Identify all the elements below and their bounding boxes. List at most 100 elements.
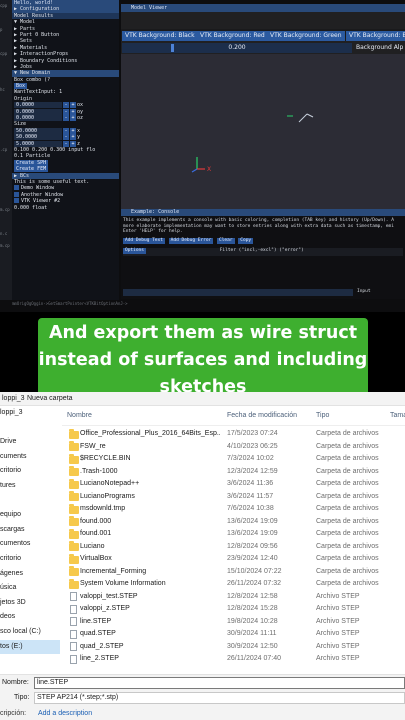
file-row[interactable]: FSW_re 4/10/2023 06:25 Carpeta de archivos <box>62 441 405 454</box>
file-row[interactable]: valoppi_test.STEP 12/8/2024 12:58 Archivo … <box>62 591 405 604</box>
nav-item[interactable]: tures <box>0 479 60 494</box>
increment-button[interactable]: + <box>70 115 76 122</box>
panel-button[interactable]: Box <box>14 83 28 90</box>
column-type[interactable]: Tipo <box>316 406 329 426</box>
decrement-button[interactable]: - <box>63 127 69 134</box>
console-title: Example: Console <box>121 209 405 216</box>
nav-item[interactable]: scargas <box>0 523 60 538</box>
file-row[interactable]: LucianoNotepad++ 3/6/2024 11:36 Carpeta de… <box>62 478 405 491</box>
nav-item[interactable]: cumentos <box>0 537 60 552</box>
background-alpha-slider[interactable]: 0.200 <box>122 43 352 53</box>
edge-label <box>0 12 12 24</box>
checkbox-label: VTK Viewer #2 <box>21 198 61 205</box>
file-row[interactable]: quad_2.STEP 30/9/2024 12:50 Archivo STEP <box>62 641 405 654</box>
increment-button[interactable]: + <box>70 127 76 134</box>
filter-label[interactable]: Filter ("incl,-excl") ("error") <box>220 248 304 253</box>
new-folder-button[interactable]: Nueva carpeta <box>27 392 73 406</box>
file-date: 13/6/2024 19:09 <box>227 530 278 537</box>
file-name: valoppi_test.STEP <box>80 592 138 600</box>
file-row[interactable]: LucianoPrograms 3/6/2024 11:57 Carpeta de … <box>62 491 405 504</box>
nav-item[interactable]: úsica <box>0 581 60 596</box>
console-input-field[interactable] <box>123 289 353 296</box>
file-type: Carpeta de archivos <box>316 467 379 475</box>
decrement-button[interactable]: - <box>63 102 69 109</box>
nav-item[interactable] <box>0 494 60 509</box>
console-input-label: Input <box>357 289 371 294</box>
nav-item[interactable]: tos (E:) <box>0 639 60 655</box>
file-row[interactable]: found.001 13/6/2024 19:09 Carpeta de archi… <box>62 528 405 541</box>
nav-item[interactable]: sco local (C:) <box>0 625 60 640</box>
nav-item[interactable]: loppi_3 <box>0 406 60 421</box>
file-row[interactable]: System Volume Information 26/11/2024 07:3… <box>62 578 405 591</box>
nav-item[interactable]: cuments <box>0 450 60 465</box>
vector-input[interactable]: 50.0000 <box>14 127 62 134</box>
file-name: line_2.STEP <box>80 655 119 662</box>
copy-button[interactable]: Copy <box>238 238 254 244</box>
checkbox[interactable] <box>14 191 19 197</box>
file-row[interactable]: found.000 13/6/2024 19:09 Carpeta de archi… <box>62 516 405 529</box>
file-row[interactable]: Office_Professional_Plus_2016_64Bits_Esp… <box>62 428 405 441</box>
nav-item[interactable]: critorio <box>0 552 60 567</box>
file-row[interactable]: $RECYCLE.BIN 7/3/2024 10:02 Carpeta de arc… <box>62 453 405 466</box>
tab-bg-blue[interactable]: VTK Background: B <box>346 31 405 41</box>
slider-grab-handle[interactable] <box>171 44 174 52</box>
vector-input[interactable]: 5.0000 <box>14 140 62 147</box>
vector-input[interactable]: 50.0000 <box>14 134 62 141</box>
increment-button[interactable]: + <box>70 134 76 141</box>
add-debug-error-button[interactable]: Add Debug Error <box>168 238 214 244</box>
column-name[interactable]: Nombre <box>67 406 92 426</box>
edge-label: .cp <box>0 147 8 152</box>
folder-icon <box>69 491 79 501</box>
panel-row-text[interactable]: 0.000 float <box>12 205 119 211</box>
edge-label <box>0 216 12 228</box>
file-row[interactable]: line.STEP 19/8/2024 10:28 Archivo STEP <box>62 616 405 629</box>
nav-item[interactable]: critorio <box>0 464 60 479</box>
decrement-button[interactable]: - <box>63 134 69 141</box>
tab-bg-green[interactable]: VTK Background: Green <box>267 31 345 41</box>
nav-item[interactable] <box>0 421 60 436</box>
file-name: LucianoPrograms <box>80 492 135 500</box>
tab-bg-black[interactable]: VTK Background: Black <box>122 31 198 41</box>
file-row[interactable]: valoppi_z.STEP 12/8/2024 15:28 Archivo STE… <box>62 603 405 616</box>
file-row[interactable]: line_2.STEP 26/11/2024 07:40 Archivo STEP <box>62 653 405 666</box>
decrement-button[interactable]: - <box>63 115 69 122</box>
nav-item[interactable]: ágenes <box>0 567 60 582</box>
folder-icon <box>69 566 79 576</box>
options-button[interactable]: Options <box>123 248 146 254</box>
checkbox[interactable] <box>14 198 19 204</box>
nav-item[interactable]: jetos 3D <box>0 596 60 611</box>
vector-input[interactable]: 0.0000 <box>14 108 62 115</box>
column-size[interactable]: Tamaño <box>390 406 405 426</box>
tab-bg-red[interactable]: VTK Background: Red <box>197 31 268 41</box>
nav-item[interactable]: equipo <box>0 508 60 523</box>
nav-item[interactable]: deos <box>0 610 60 625</box>
panel-button[interactable]: Create SPH <box>14 159 49 166</box>
file-icon <box>70 592 77 601</box>
vector-input[interactable]: 0.0000 <box>14 102 62 109</box>
file-row[interactable]: VirtualBox 23/9/2024 12:40 Carpeta de arch… <box>62 553 405 566</box>
file-row[interactable]: Luciano 12/8/2024 09:56 Carpeta de archivo… <box>62 541 405 554</box>
file-date: 12/8/2024 15:28 <box>227 605 278 612</box>
increment-button[interactable]: + <box>70 108 76 115</box>
nav-item[interactable]: Drive <box>0 435 60 450</box>
checkbox[interactable] <box>14 185 19 191</box>
column-date[interactable]: Fecha de modificación <box>227 406 297 426</box>
filename-input[interactable]: line.STEP <box>34 677 405 689</box>
increment-button[interactable]: + <box>70 140 76 147</box>
increment-button[interactable]: + <box>70 102 76 109</box>
clear-button[interactable]: Clear <box>217 238 235 244</box>
file-row[interactable]: msdownld.tmp 7/6/2024 10:38 Carpeta de arc… <box>62 503 405 516</box>
add-debug-text-button[interactable]: Add Debug Text <box>123 238 165 244</box>
decrement-button[interactable]: - <box>63 108 69 115</box>
panel-button[interactable]: Create FEM <box>14 166 49 173</box>
file-row[interactable]: quad.STEP 30/9/2024 11:11 Archivo STEP <box>62 628 405 641</box>
file-name: LucianoNotepad++ <box>80 480 140 487</box>
vtk-3d-viewport[interactable]: X <box>121 54 405 209</box>
vector-input[interactable]: 0.0000 <box>14 115 62 122</box>
edge-label <box>0 120 12 132</box>
file-row[interactable]: .Trash-1000 12/3/2024 12:59 Carpeta de arc… <box>62 466 405 479</box>
filetype-select[interactable]: STEP AP214 (*.step;*.stp) <box>34 692 405 704</box>
add-description-link[interactable]: Add a description <box>38 710 92 717</box>
decrement-button[interactable]: - <box>63 140 69 147</box>
file-row[interactable]: Incremental_Forming 15/10/2024 07:22 Carpe… <box>62 566 405 579</box>
